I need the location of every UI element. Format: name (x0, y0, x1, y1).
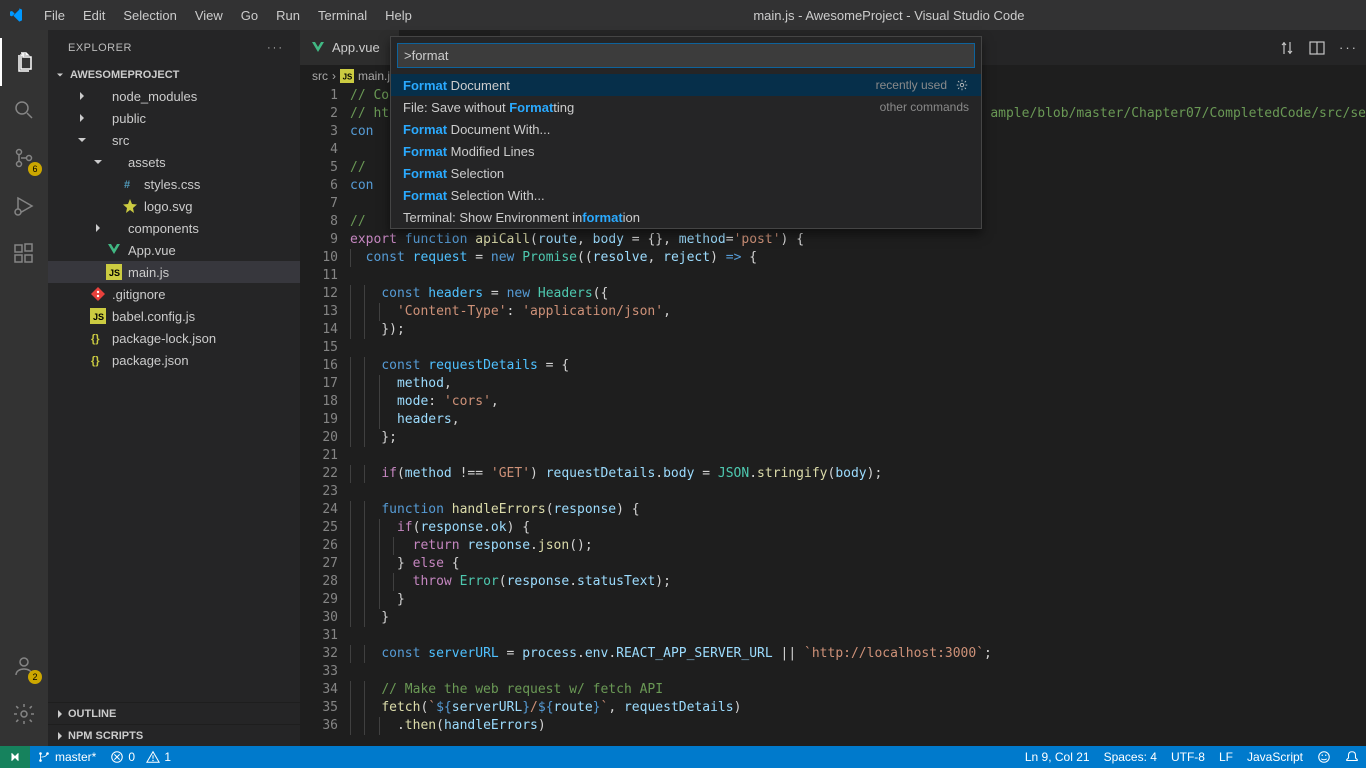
menu-file[interactable]: File (36, 4, 73, 27)
palette-item-4[interactable]: Format Selection (391, 162, 981, 184)
palette-item-1[interactable]: File: Save without Formattingother comma… (391, 96, 981, 118)
search-icon[interactable] (0, 86, 48, 134)
settings-gear-icon[interactable] (0, 690, 48, 738)
window-title: main.js - AwesomeProject - Visual Studio… (420, 8, 1358, 23)
tree-item-assets[interactable]: assets (48, 151, 300, 173)
tree-item-babel-config-js[interactable]: JSbabel.config.js (48, 305, 300, 327)
tree-item-components[interactable]: components (48, 217, 300, 239)
tree-item-App-vue[interactable]: App.vue (48, 239, 300, 261)
run-debug-icon[interactable] (0, 182, 48, 230)
more-actions-icon[interactable]: ··· (1339, 40, 1358, 55)
tree-item-main-js[interactable]: JSmain.js (48, 261, 300, 283)
svg-text:JS: JS (109, 268, 120, 278)
extensions-icon[interactable] (0, 230, 48, 278)
palette-item-0[interactable]: Format Documentrecently used (391, 74, 981, 96)
compare-changes-icon[interactable] (1279, 40, 1295, 56)
menu-edit[interactable]: Edit (75, 4, 113, 27)
menu-go[interactable]: Go (233, 4, 266, 27)
palette-item-2[interactable]: Format Document With... (391, 118, 981, 140)
tree-item-styles-css[interactable]: #styles.css (48, 173, 300, 195)
feedback-icon[interactable] (1310, 746, 1338, 768)
tree-item-src[interactable]: src (48, 129, 300, 151)
tree-item-package-json[interactable]: {}package.json (48, 349, 300, 371)
tree-item-node_modules[interactable]: node_modules (48, 85, 300, 107)
accounts-icon[interactable]: 2 (0, 642, 48, 690)
svg-text:JS: JS (343, 73, 353, 82)
outline-header[interactable]: OUTLINE (48, 702, 300, 724)
split-editor-icon[interactable] (1309, 40, 1325, 56)
menubar: FileEditSelectionViewGoRunTerminalHelp m… (0, 0, 1366, 30)
notifications-icon[interactable] (1338, 746, 1366, 768)
language-mode[interactable]: JavaScript (1240, 746, 1310, 768)
tree-item--gitignore[interactable]: .gitignore (48, 283, 300, 305)
scm-badge: 6 (28, 162, 42, 176)
eol[interactable]: LF (1212, 746, 1240, 768)
remote-indicator[interactable] (0, 746, 30, 768)
git-branch[interactable]: master* (30, 746, 103, 768)
explorer-title: EXPLORER (68, 42, 132, 54)
menu-selection[interactable]: Selection (115, 4, 184, 27)
tree-item-package-lock-json[interactable]: {}package-lock.json (48, 327, 300, 349)
command-palette: Format Documentrecently usedFile: Save w… (390, 36, 982, 229)
accounts-badge: 2 (28, 670, 42, 684)
palette-item-5[interactable]: Format Selection With... (391, 184, 981, 206)
vscode-logo (8, 7, 24, 23)
problems-indicator[interactable]: 0 1 (103, 746, 178, 768)
menu-terminal[interactable]: Terminal (310, 4, 375, 27)
svg-text:{}: {} (91, 333, 100, 345)
palette-item-3[interactable]: Format Modified Lines (391, 140, 981, 162)
menu-view[interactable]: View (187, 4, 231, 27)
gear-icon[interactable] (955, 78, 969, 92)
svg-text:JS: JS (93, 312, 104, 322)
svg-text:{}: {} (91, 355, 100, 367)
tree-item-logo-svg[interactable]: logo.svg (48, 195, 300, 217)
explorer-sidebar: EXPLORER ··· AWESOMEPROJECT node_modules… (48, 30, 300, 746)
explorer-icon[interactable] (0, 38, 48, 86)
source-control-icon[interactable]: 6 (0, 134, 48, 182)
cursor-position[interactable]: Ln 9, Col 21 (1018, 746, 1097, 768)
project-header[interactable]: AWESOMEPROJECT (48, 65, 300, 85)
palette-input[interactable] (397, 43, 975, 68)
more-icon[interactable]: ··· (267, 42, 284, 54)
npm-scripts-header[interactable]: NPM SCRIPTS (48, 724, 300, 746)
activity-bar: 6 2 (0, 30, 48, 746)
palette-item-6[interactable]: Terminal: Show Environment information (391, 206, 981, 228)
encoding[interactable]: UTF-8 (1164, 746, 1212, 768)
indentation[interactable]: Spaces: 4 (1097, 746, 1164, 768)
menu-help[interactable]: Help (377, 4, 420, 27)
js-file-icon: JS (340, 69, 354, 83)
status-bar: master* 0 1 Ln 9, Col 21 Spaces: 4 UTF-8… (0, 746, 1366, 768)
tree-item-public[interactable]: public (48, 107, 300, 129)
svg-text:#: # (124, 179, 130, 191)
tab-App-vue[interactable]: App.vue (300, 30, 400, 65)
menu-run[interactable]: Run (268, 4, 308, 27)
